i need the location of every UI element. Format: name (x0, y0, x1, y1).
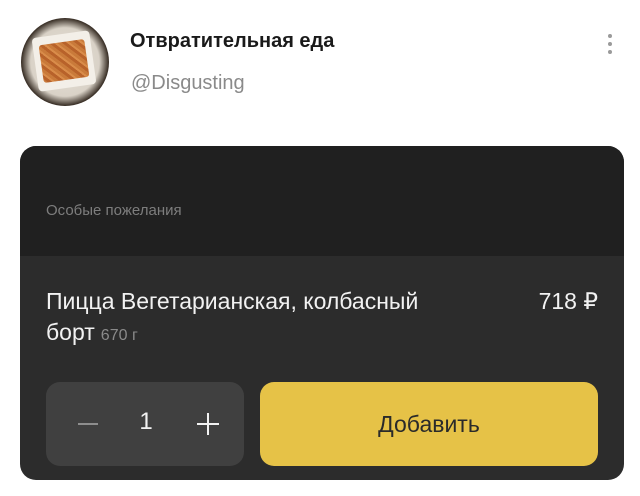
item-title: Пицца Вегетарианская, колбасный борт 670 … (46, 286, 486, 351)
order-card: Пицца Вегетарианская, колбасный борт670 … (20, 146, 624, 480)
item-weight: 670 г (100, 327, 138, 344)
channel-name[interactable]: Отвратительная еда (130, 30, 334, 53)
post-header: Отвратительная еда @Disgusting (0, 0, 640, 130)
add-button[interactable]: Добавить (260, 382, 598, 466)
channel-handle[interactable]: @Disgusting (131, 72, 245, 95)
quantity-stepper: 1 (46, 382, 244, 466)
special-wishes-input[interactable] (46, 202, 586, 219)
item-price: 718 ₽ (538, 288, 598, 314)
food-image (38, 38, 90, 84)
more-vertical-icon[interactable] (606, 34, 614, 58)
quantity-value: 1 (139, 408, 153, 435)
plus-icon[interactable] (194, 410, 222, 438)
special-wishes-section (20, 146, 624, 256)
minus-icon[interactable] (74, 414, 104, 434)
channel-avatar[interactable] (21, 18, 109, 106)
